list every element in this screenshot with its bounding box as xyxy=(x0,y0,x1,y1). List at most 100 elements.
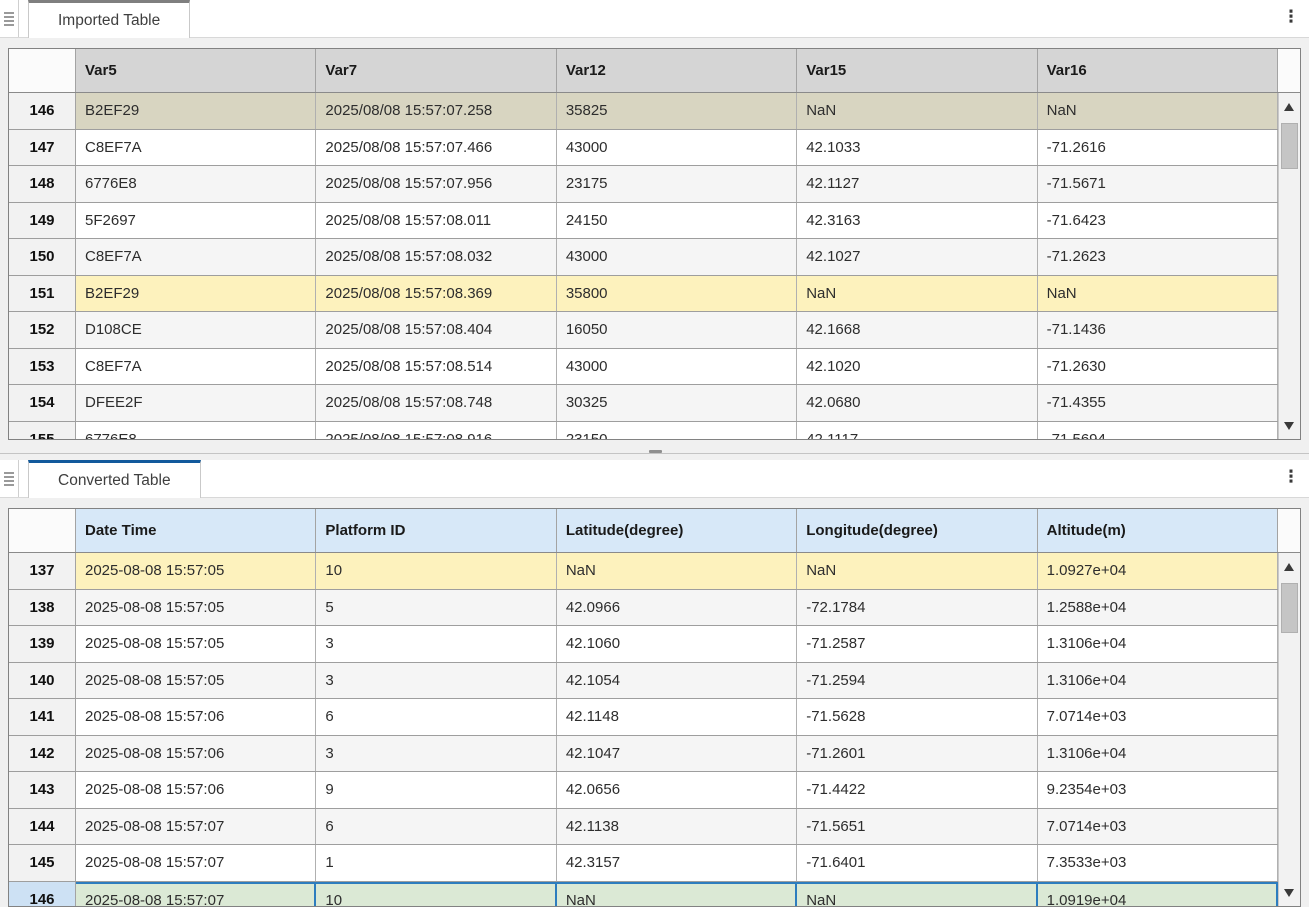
row-number-cell[interactable]: 147 xyxy=(9,130,76,166)
table-cell[interactable]: 10 xyxy=(316,553,556,589)
table-cell[interactable]: 2025-08-08 15:57:07 xyxy=(76,845,316,881)
table-cell[interactable]: 42.3163 xyxy=(797,203,1037,239)
table-cell[interactable]: NaN xyxy=(797,93,1037,129)
panel-splitter[interactable] xyxy=(0,440,1309,460)
row-number-cell[interactable]: 151 xyxy=(9,276,76,312)
table-cell[interactable]: -71.4422 xyxy=(797,772,1037,808)
table-cell[interactable]: 2025/08/08 15:57:08.011 xyxy=(316,203,556,239)
table-cell[interactable]: 3 xyxy=(316,663,556,699)
row-number-cell[interactable]: 142 xyxy=(9,736,76,772)
table-cell[interactable]: 23175 xyxy=(557,166,797,202)
column-header[interactable]: Date Time xyxy=(76,509,316,552)
column-header[interactable]: Latitude(degree) xyxy=(557,509,797,552)
row-number-cell[interactable]: 153 xyxy=(9,349,76,385)
table-cell[interactable]: C8EF7A xyxy=(76,130,316,166)
more-options-icon[interactable]: ⋮ xyxy=(1281,464,1301,490)
table-cell[interactable]: 1.0927e+04 xyxy=(1038,553,1278,589)
scroll-down-icon[interactable] xyxy=(1279,413,1300,437)
table-cell[interactable]: 2025-08-08 15:57:05 xyxy=(76,626,316,662)
table-cell[interactable]: -71.5671 xyxy=(1038,166,1278,202)
table-cell[interactable]: -71.2594 xyxy=(797,663,1037,699)
table-cell[interactable]: NaN xyxy=(1038,93,1278,129)
row-number-cell[interactable]: 152 xyxy=(9,312,76,348)
table-cell[interactable]: 3 xyxy=(316,736,556,772)
table-cell[interactable]: NaN xyxy=(797,882,1037,907)
row-number-cell[interactable]: 143 xyxy=(9,772,76,808)
tab-converted-table[interactable]: Converted Table xyxy=(28,460,201,498)
table-cell[interactable]: 42.3157 xyxy=(557,845,797,881)
table-cell[interactable]: 42.1054 xyxy=(557,663,797,699)
row-number-cell[interactable]: 146 xyxy=(9,93,76,129)
table-cell[interactable]: -71.5694 xyxy=(1038,422,1278,441)
table-cell[interactable]: 6776E8 xyxy=(76,166,316,202)
table-cell[interactable]: 16050 xyxy=(557,312,797,348)
table-cell[interactable]: DFEE2F xyxy=(76,385,316,421)
table-cell[interactable]: 2025-08-08 15:57:06 xyxy=(76,699,316,735)
table-cell[interactable]: 42.1033 xyxy=(797,130,1037,166)
column-header[interactable]: Var5 xyxy=(76,49,316,92)
table-cell[interactable]: 42.0966 xyxy=(557,590,797,626)
table-cell[interactable]: 2025/08/08 15:57:08.404 xyxy=(316,312,556,348)
table-cell[interactable]: 35825 xyxy=(557,93,797,129)
table-cell[interactable]: -71.2616 xyxy=(1038,130,1278,166)
column-header[interactable]: Var16 xyxy=(1038,49,1278,92)
table-cell[interactable]: 6776E8 xyxy=(76,422,316,441)
table-cell[interactable]: -71.5628 xyxy=(797,699,1037,735)
table-cell[interactable]: 42.1668 xyxy=(797,312,1037,348)
table-cell[interactable]: 2025-08-08 15:57:05 xyxy=(76,590,316,626)
more-options-icon[interactable]: ⋮ xyxy=(1281,4,1301,30)
table-cell[interactable]: 6 xyxy=(316,699,556,735)
table-cell[interactable]: 1.3106e+04 xyxy=(1038,736,1278,772)
table-cell[interactable]: NaN xyxy=(557,553,797,589)
table-cell[interactable]: -71.2630 xyxy=(1038,349,1278,385)
table-cell[interactable]: -71.2601 xyxy=(797,736,1037,772)
table-cell[interactable]: NaN xyxy=(557,882,797,907)
table-cell[interactable]: 42.1127 xyxy=(797,166,1037,202)
row-number-cell[interactable]: 148 xyxy=(9,166,76,202)
table-cell[interactable]: 6 xyxy=(316,809,556,845)
tab-imported-table[interactable]: Imported Table xyxy=(28,0,190,38)
scroll-up-icon[interactable] xyxy=(1279,555,1300,579)
table-cell[interactable]: 2025-08-08 15:57:07 xyxy=(76,882,316,907)
vertical-scrollbar[interactable] xyxy=(1278,93,1300,439)
header-corner-cell[interactable] xyxy=(9,49,76,92)
table-cell[interactable]: 2025/08/08 15:57:08.369 xyxy=(316,276,556,312)
row-number-cell[interactable]: 150 xyxy=(9,239,76,275)
table-cell[interactable]: -71.6401 xyxy=(797,845,1037,881)
table-cell[interactable]: 2025-08-08 15:57:05 xyxy=(76,663,316,699)
table-cell[interactable]: NaN xyxy=(797,553,1037,589)
table-cell[interactable]: 7.3533e+03 xyxy=(1038,845,1278,881)
table-cell[interactable]: 9.2354e+03 xyxy=(1038,772,1278,808)
table-cell[interactable]: 2025/08/08 15:57:07.258 xyxy=(316,93,556,129)
panel-grip-icon[interactable] xyxy=(0,460,19,497)
row-number-cell[interactable]: 145 xyxy=(9,845,76,881)
table-cell[interactable]: 42.1148 xyxy=(557,699,797,735)
vertical-scrollbar[interactable] xyxy=(1278,553,1300,906)
table-cell[interactable]: 43000 xyxy=(557,130,797,166)
scrollbar-thumb[interactable] xyxy=(1281,123,1298,169)
row-number-cell[interactable]: 154 xyxy=(9,385,76,421)
row-number-cell[interactable]: 149 xyxy=(9,203,76,239)
table-cell[interactable]: -71.2623 xyxy=(1038,239,1278,275)
table-cell[interactable]: 1.3106e+04 xyxy=(1038,626,1278,662)
column-header[interactable]: Altitude(m) xyxy=(1038,509,1278,552)
table-cell[interactable]: 3 xyxy=(316,626,556,662)
header-corner-cell[interactable] xyxy=(9,509,76,552)
scrollbar-thumb[interactable] xyxy=(1281,583,1298,633)
table-cell[interactable]: 43000 xyxy=(557,349,797,385)
table-cell[interactable]: 42.1027 xyxy=(797,239,1037,275)
table-cell[interactable]: -71.2587 xyxy=(797,626,1037,662)
row-number-cell[interactable]: 138 xyxy=(9,590,76,626)
column-header[interactable]: Platform ID xyxy=(316,509,556,552)
table-cell[interactable]: -71.4355 xyxy=(1038,385,1278,421)
table-cell[interactable]: 42.1117 xyxy=(797,422,1037,441)
table-cell[interactable]: 35800 xyxy=(557,276,797,312)
table-cell[interactable]: -72.1784 xyxy=(797,590,1037,626)
table-cell[interactable]: 42.1020 xyxy=(797,349,1037,385)
table-cell[interactable]: -71.6423 xyxy=(1038,203,1278,239)
table-cell[interactable]: 7.0714e+03 xyxy=(1038,699,1278,735)
table-cell[interactable]: 1 xyxy=(316,845,556,881)
row-number-cell[interactable]: 141 xyxy=(9,699,76,735)
table-cell[interactable]: 43000 xyxy=(557,239,797,275)
table-cell[interactable]: 42.1047 xyxy=(557,736,797,772)
